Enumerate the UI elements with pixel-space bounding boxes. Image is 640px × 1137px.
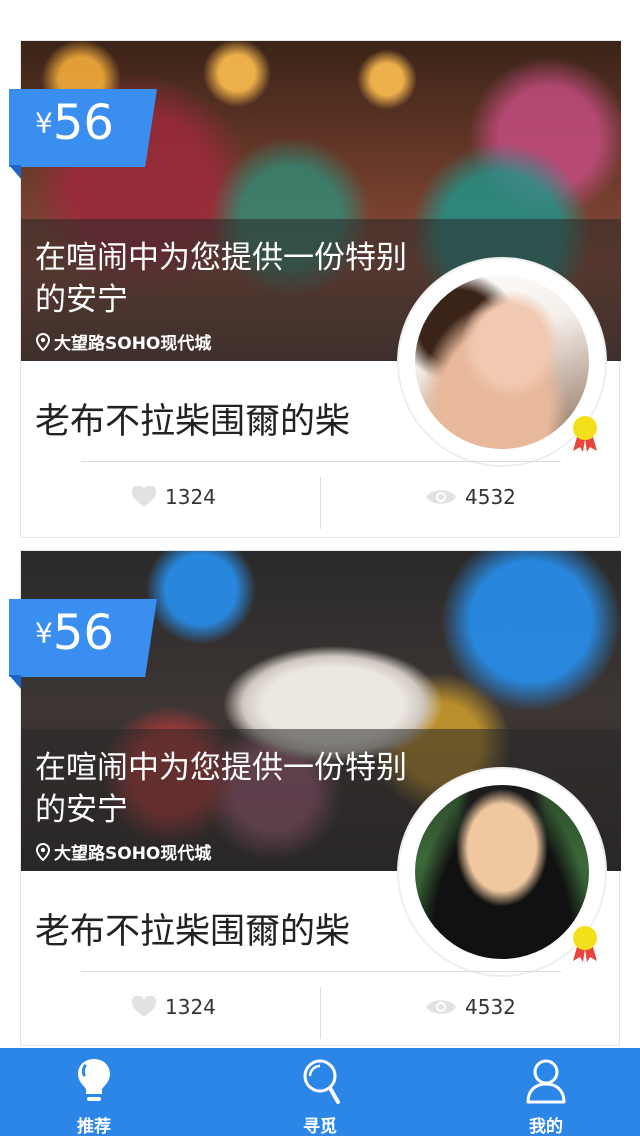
price-tag: ¥56 bbox=[9, 599, 157, 689]
view-count-stat: 4532 bbox=[425, 485, 516, 509]
view-count-stat: 4532 bbox=[425, 995, 516, 1019]
tab-recommend[interactable]: 推荐 bbox=[34, 1048, 154, 1137]
dish-name: 老布不拉柴围爾的柴 bbox=[35, 912, 351, 952]
search-icon bbox=[303, 1059, 340, 1104]
location: 大望路SOHO现代城 bbox=[35, 329, 211, 354]
heart-icon bbox=[131, 996, 157, 1017]
dish-name: 老布不拉柴围爾的柴 bbox=[35, 402, 351, 442]
lightbulb-icon bbox=[78, 1059, 110, 1101]
tab-discover[interactable]: 寻觅 bbox=[260, 1048, 380, 1137]
location-text: 大望路SOHO现代城 bbox=[54, 844, 212, 864]
eye-icon bbox=[426, 490, 456, 504]
bottom-tab-bar: 推荐 寻觅 我的 bbox=[0, 1048, 640, 1137]
medal-icon bbox=[573, 926, 597, 962]
view-count: 4532 bbox=[465, 485, 516, 509]
like-count: 1324 bbox=[165, 995, 216, 1019]
eye-icon bbox=[426, 1000, 456, 1014]
price-tag: ¥56 bbox=[9, 89, 157, 179]
view-count: 4532 bbox=[465, 995, 516, 1019]
tab-label: 推荐 bbox=[77, 1117, 111, 1137]
avatar-image bbox=[415, 785, 589, 959]
price-amount: 56 bbox=[52, 605, 114, 661]
heart-icon bbox=[131, 486, 157, 507]
like-count: 1324 bbox=[165, 485, 216, 509]
restaurant-card[interactable]: 在喧闹中为您提供一份特别的安宁 大望路SOHO现代城 ¥56 老布不拉柴围爾的柴… bbox=[9, 550, 621, 1046]
avatar-image bbox=[415, 275, 589, 449]
caption-title: 在喧闹中为您提供一份特别的安宁 bbox=[35, 750, 407, 828]
price-currency: ¥ bbox=[35, 616, 53, 650]
like-button[interactable]: 1324 bbox=[131, 995, 216, 1019]
tab-label: 寻觅 bbox=[303, 1117, 337, 1137]
tab-label: 我的 bbox=[529, 1117, 563, 1137]
divider bbox=[320, 477, 321, 529]
location: 大望路SOHO现代城 bbox=[35, 839, 211, 864]
price-amount: 56 bbox=[52, 95, 114, 151]
location-pin-icon bbox=[35, 842, 51, 861]
location-text: 大望路SOHO现代城 bbox=[54, 334, 212, 354]
location-pin-icon bbox=[35, 332, 51, 351]
restaurant-card[interactable]: 在喧闹中为您提供一份特别的安宁 大望路SOHO现代城 ¥56 老布不拉柴围爾的柴… bbox=[9, 40, 621, 538]
caption-title: 在喧闹中为您提供一份特别的安宁 bbox=[35, 240, 407, 318]
divider bbox=[320, 987, 321, 1039]
divider bbox=[81, 971, 561, 972]
medal-icon bbox=[573, 416, 597, 452]
divider bbox=[81, 461, 561, 462]
like-button[interactable]: 1324 bbox=[131, 485, 216, 509]
price-currency: ¥ bbox=[35, 106, 53, 140]
tab-mine[interactable]: 我的 bbox=[486, 1048, 606, 1137]
user-icon bbox=[526, 1059, 566, 1104]
